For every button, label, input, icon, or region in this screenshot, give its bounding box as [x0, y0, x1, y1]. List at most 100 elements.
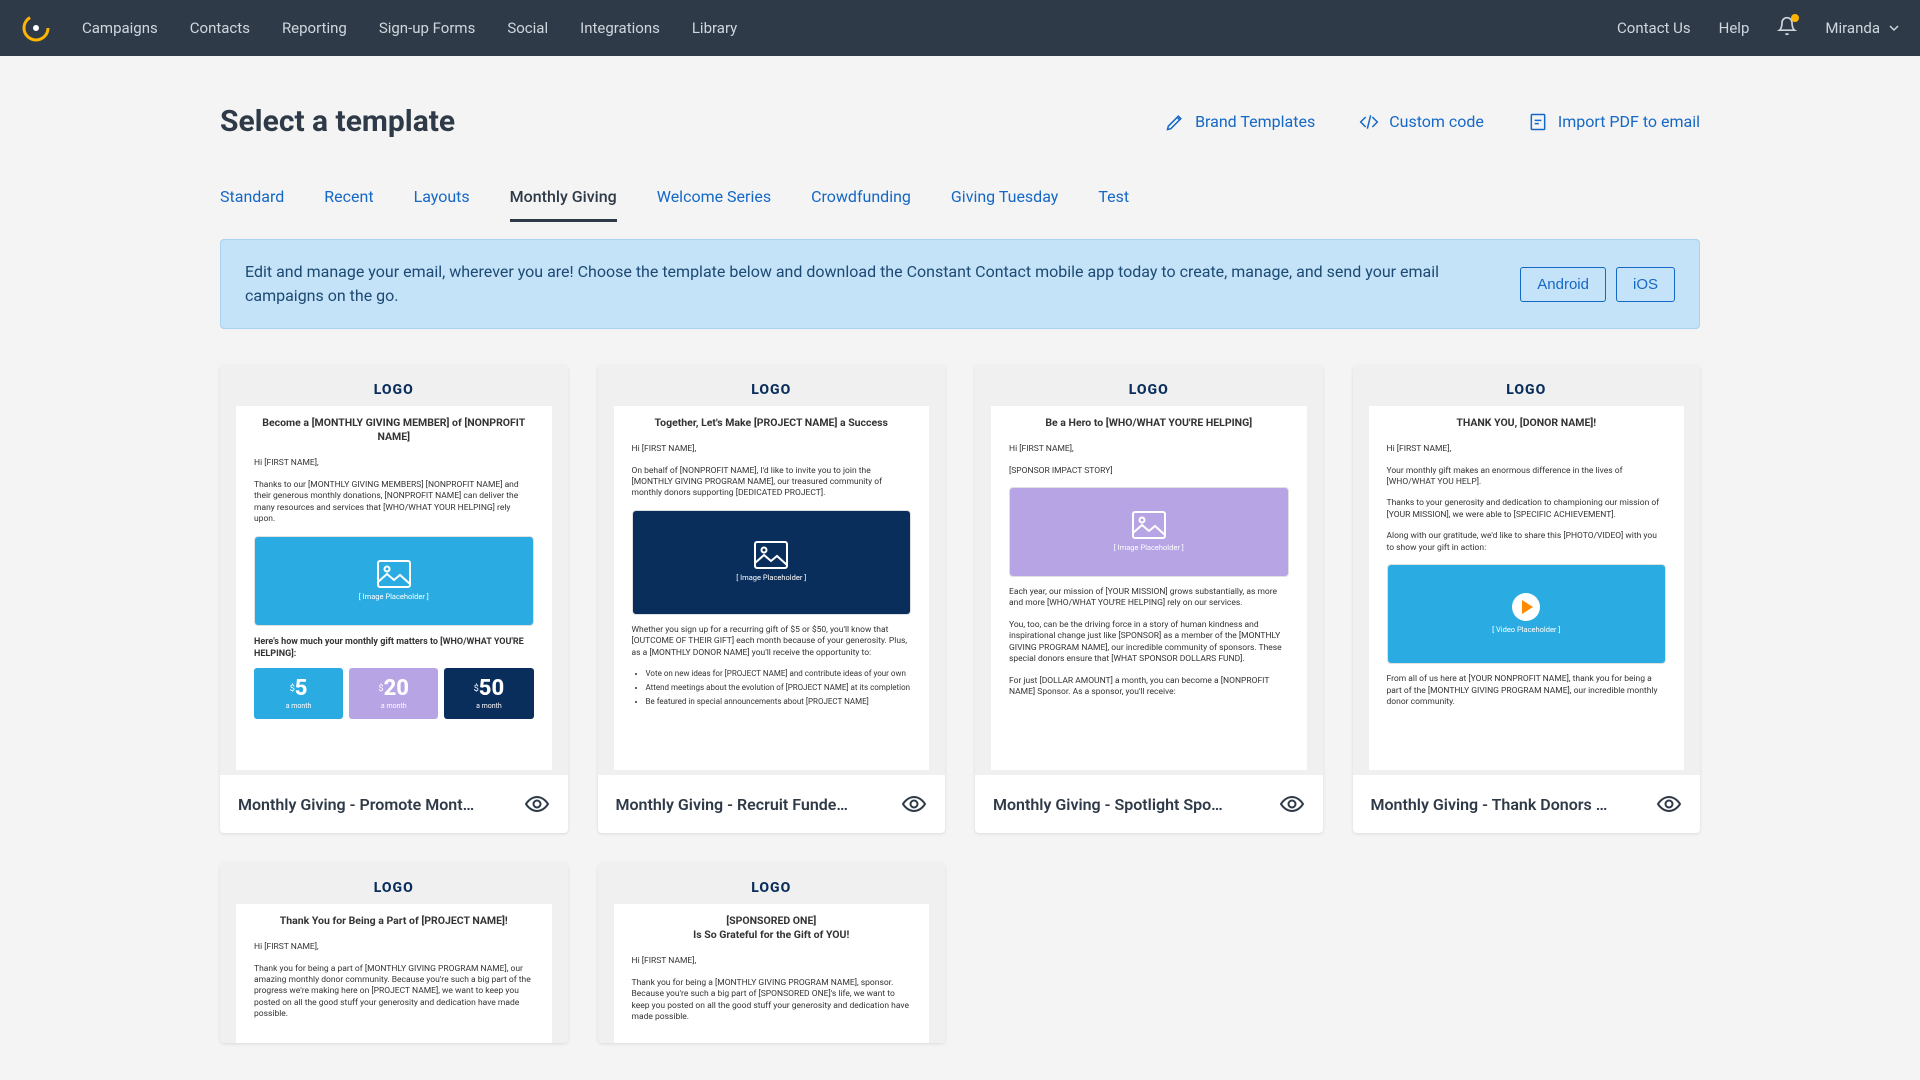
preview-logo: LOGO: [614, 375, 930, 406]
tab-recent[interactable]: Recent: [324, 179, 373, 222]
android-button[interactable]: Android: [1520, 267, 1606, 302]
video-placeholder: [ Video Placeholder ]: [1387, 564, 1667, 664]
main-nav: Campaigns Contacts Reporting Sign-up For…: [82, 19, 1617, 37]
preview-logo: LOGO: [236, 375, 552, 406]
donation-tiles: $5a month $20a month $50a month: [254, 668, 534, 719]
mobile-app-banner: Edit and manage your email, wherever you…: [220, 239, 1700, 329]
template-preview: LOGO [SPONSORED ONE]Is So Grateful for t…: [598, 863, 946, 1043]
preview-body: Whether you sign up for a recurring gift…: [632, 625, 912, 659]
nav-library[interactable]: Library: [692, 19, 737, 37]
preview-logo: LOGO: [614, 873, 930, 904]
placeholder-caption: [ Image Placeholder ]: [1114, 543, 1184, 553]
preview-body: On behalf of [NONPROFIT NAME], I'd like …: [632, 466, 912, 500]
preview-body: Thank you for being a part of [MONTHLY G…: [254, 964, 534, 1021]
preview-greeting: Hi [FIRST NAME],: [632, 444, 912, 455]
main-content: Select a template Brand Templates Custom…: [220, 56, 1700, 1043]
preview-content: LOGO Thank You for Being a Part of [PROJ…: [236, 873, 552, 1043]
play-icon: [1522, 600, 1533, 614]
card-footer: Monthly Giving - Thank Donors …: [1353, 775, 1701, 833]
tab-test[interactable]: Test: [1098, 179, 1129, 222]
import-pdf-link[interactable]: Import PDF to email: [1528, 112, 1700, 132]
tab-layouts[interactable]: Layouts: [414, 179, 470, 222]
preview-eye-icon[interactable]: [901, 791, 927, 817]
contact-us-link[interactable]: Contact Us: [1617, 19, 1691, 37]
tab-standard[interactable]: Standard: [220, 179, 284, 222]
app-header: Campaigns Contacts Reporting Sign-up For…: [0, 0, 1920, 56]
card-footer: Monthly Giving - Spotlight Spo…: [975, 775, 1323, 833]
template-preview: LOGO Together, Let's Make [PROJECT NAME]…: [598, 365, 946, 775]
template-title: Monthly Giving - Spotlight Spo…: [993, 795, 1223, 814]
preview-greeting: Hi [FIRST NAME],: [632, 956, 912, 967]
preview-body: You, too, can be the driving force in a …: [1009, 620, 1289, 666]
banner-text: Edit and manage your email, wherever you…: [245, 260, 1500, 308]
template-tabs: Standard Recent Layouts Monthly Giving W…: [220, 179, 1700, 223]
template-card[interactable]: LOGO Become a [MONTHLY GIVING MEMBER] of…: [220, 365, 568, 833]
preview-headline: Be a Hero to [WHO/WHAT YOU'RE HELPING]: [1009, 416, 1289, 430]
nav-social[interactable]: Social: [507, 19, 548, 37]
preview-content: LOGO Become a [MONTHLY GIVING MEMBER] of…: [236, 375, 552, 770]
brand-templates-link[interactable]: Brand Templates: [1165, 112, 1315, 132]
play-button: [1512, 593, 1540, 621]
image-placeholder: [ Image Placeholder ]: [632, 510, 912, 615]
logo-icon: [20, 12, 52, 44]
preview-eye-icon[interactable]: [524, 791, 550, 817]
preview-subhead: Here's how much your monthly gift matter…: [254, 636, 534, 660]
nav-campaigns[interactable]: Campaigns: [82, 19, 158, 37]
preview-headline: [SPONSORED ONE]Is So Grateful for the Gi…: [632, 914, 912, 942]
preview-content: LOGO THANK YOU, [DONOR NAME]! Hi [FIRST …: [1369, 375, 1685, 770]
template-title: Monthly Giving - Promote Mont…: [238, 795, 474, 814]
template-grid: LOGO Become a [MONTHLY GIVING MEMBER] of…: [220, 365, 1700, 833]
template-grid-row-2: LOGO Thank You for Being a Part of [PROJ…: [220, 863, 1700, 1043]
import-pdf-label: Import PDF to email: [1558, 112, 1700, 131]
placeholder-caption: [ Video Placeholder ]: [1492, 625, 1560, 635]
help-link[interactable]: Help: [1719, 19, 1750, 37]
pdf-icon: [1528, 112, 1548, 132]
preview-logo: LOGO: [236, 873, 552, 904]
preview-body: Thanks to our [MONTHLY GIVING MEMBERS] […: [254, 480, 534, 526]
nav-signup-forms[interactable]: Sign-up Forms: [379, 19, 476, 37]
image-icon: [1132, 511, 1166, 539]
header-right: Contact Us Help Miranda: [1617, 16, 1900, 40]
brand-logo[interactable]: [20, 12, 52, 44]
template-preview: LOGO THANK YOU, [DONOR NAME]! Hi [FIRST …: [1353, 365, 1701, 775]
template-card[interactable]: LOGO THANK YOU, [DONOR NAME]! Hi [FIRST …: [1353, 365, 1701, 833]
preview-body: Thanks to your generosity and dedication…: [1387, 498, 1667, 521]
user-menu[interactable]: Miranda: [1825, 19, 1900, 37]
tab-monthly-giving[interactable]: Monthly Giving: [510, 179, 617, 222]
donation-tile: $50a month: [444, 668, 533, 719]
preview-greeting: Hi [FIRST NAME],: [254, 942, 534, 953]
template-card[interactable]: LOGO Be a Hero to [WHO/WHAT YOU'RE HELPI…: [975, 365, 1323, 833]
notifications-button[interactable]: [1777, 16, 1797, 40]
custom-code-link[interactable]: Custom code: [1359, 112, 1484, 132]
image-icon: [377, 560, 411, 588]
nav-contacts[interactable]: Contacts: [190, 19, 250, 37]
page-actions: Brand Templates Custom code Import PDF t…: [1165, 112, 1700, 132]
image-icon: [754, 541, 788, 569]
template-preview: LOGO Be a Hero to [WHO/WHAT YOU'RE HELPI…: [975, 365, 1323, 775]
preview-greeting: Hi [FIRST NAME],: [1387, 444, 1667, 455]
preview-body: From all of us here at [YOUR NONPROFIT N…: [1387, 674, 1667, 708]
tab-welcome-series[interactable]: Welcome Series: [657, 179, 771, 222]
preview-eye-icon[interactable]: [1279, 791, 1305, 817]
preview-body: [SPONSOR IMPACT STORY]: [1009, 466, 1289, 477]
template-card[interactable]: LOGO Together, Let's Make [PROJECT NAME]…: [598, 365, 946, 833]
page-title: Select a template: [220, 104, 455, 139]
preview-body: Thank you for being a [MONTHLY GIVING PR…: [632, 978, 912, 1024]
preview-content: LOGO Together, Let's Make [PROJECT NAME]…: [614, 375, 930, 770]
preview-headline: Thank You for Being a Part of [PROJECT N…: [254, 914, 534, 928]
notification-dot: [1791, 14, 1799, 22]
tab-giving-tuesday[interactable]: Giving Tuesday: [951, 179, 1058, 222]
template-card[interactable]: LOGO [SPONSORED ONE]Is So Grateful for t…: [598, 863, 946, 1043]
ios-button[interactable]: iOS: [1616, 267, 1675, 302]
nav-integrations[interactable]: Integrations: [580, 19, 660, 37]
custom-code-label: Custom code: [1389, 112, 1484, 131]
image-placeholder: [ Image Placeholder ]: [1009, 487, 1289, 577]
tab-crowdfunding[interactable]: Crowdfunding: [811, 179, 911, 222]
preview-content: LOGO Be a Hero to [WHO/WHAT YOU'RE HELPI…: [991, 375, 1307, 770]
preview-eye-icon[interactable]: [1656, 791, 1682, 817]
preview-body: Along with our gratitude, we'd like to s…: [1387, 531, 1667, 554]
card-footer: Monthly Giving - Promote Mont…: [220, 775, 568, 833]
brush-icon: [1165, 112, 1185, 132]
nav-reporting[interactable]: Reporting: [282, 19, 347, 37]
template-card[interactable]: LOGO Thank You for Being a Part of [PROJ…: [220, 863, 568, 1043]
